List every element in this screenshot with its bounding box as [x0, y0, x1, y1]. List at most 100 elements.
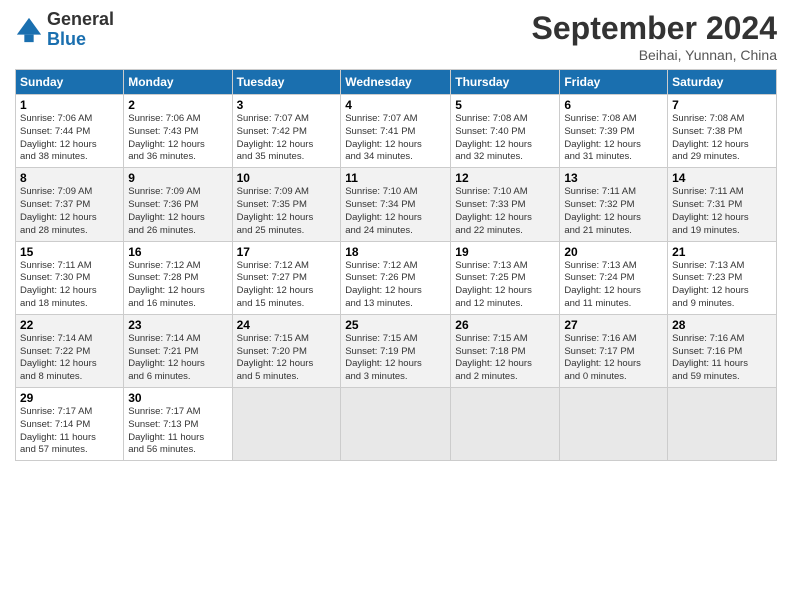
table-row: 2Sunrise: 7:06 AM Sunset: 7:43 PM Daylig…: [124, 95, 232, 168]
logo-line1: General: [47, 10, 114, 30]
day-info: Sunrise: 7:08 AM Sunset: 7:40 PM Dayligh…: [455, 113, 555, 164]
table-row: [341, 388, 451, 461]
day-number: 20: [564, 245, 663, 259]
day-number: 29: [20, 391, 119, 405]
day-number: 27: [564, 318, 663, 332]
day-number: 4: [345, 98, 446, 112]
day-info: Sunrise: 7:13 AM Sunset: 7:25 PM Dayligh…: [455, 260, 555, 311]
day-info: Sunrise: 7:11 AM Sunset: 7:32 PM Dayligh…: [564, 186, 663, 237]
table-row: 4Sunrise: 7:07 AM Sunset: 7:41 PM Daylig…: [341, 95, 451, 168]
table-row: 1Sunrise: 7:06 AM Sunset: 7:44 PM Daylig…: [16, 95, 124, 168]
day-info: Sunrise: 7:15 AM Sunset: 7:19 PM Dayligh…: [345, 333, 446, 384]
calendar-row: 1Sunrise: 7:06 AM Sunset: 7:44 PM Daylig…: [16, 95, 777, 168]
table-row: 3Sunrise: 7:07 AM Sunset: 7:42 PM Daylig…: [232, 95, 341, 168]
day-info: Sunrise: 7:14 AM Sunset: 7:22 PM Dayligh…: [20, 333, 119, 384]
day-number: 12: [455, 171, 555, 185]
day-number: 28: [672, 318, 772, 332]
calendar-row: 8Sunrise: 7:09 AM Sunset: 7:37 PM Daylig…: [16, 168, 777, 241]
day-info: Sunrise: 7:17 AM Sunset: 7:14 PM Dayligh…: [20, 406, 119, 457]
day-number: 21: [672, 245, 772, 259]
calendar-row: 29Sunrise: 7:17 AM Sunset: 7:14 PM Dayli…: [16, 388, 777, 461]
header: General Blue September 2024 Beihai, Yunn…: [15, 10, 777, 63]
day-info: Sunrise: 7:09 AM Sunset: 7:36 PM Dayligh…: [128, 186, 227, 237]
table-row: 13Sunrise: 7:11 AM Sunset: 7:32 PM Dayli…: [560, 168, 668, 241]
day-number: 17: [237, 245, 337, 259]
day-number: 11: [345, 171, 446, 185]
day-info: Sunrise: 7:10 AM Sunset: 7:34 PM Dayligh…: [345, 186, 446, 237]
col-tue: Tuesday: [232, 70, 341, 95]
table-row: 22Sunrise: 7:14 AM Sunset: 7:22 PM Dayli…: [16, 314, 124, 387]
logo-text: General Blue: [47, 10, 114, 50]
table-row: 26Sunrise: 7:15 AM Sunset: 7:18 PM Dayli…: [451, 314, 560, 387]
day-number: 22: [20, 318, 119, 332]
table-row: 30Sunrise: 7:17 AM Sunset: 7:13 PM Dayli…: [124, 388, 232, 461]
day-info: Sunrise: 7:13 AM Sunset: 7:23 PM Dayligh…: [672, 260, 772, 311]
day-number: 14: [672, 171, 772, 185]
table-row: [451, 388, 560, 461]
table-row: 27Sunrise: 7:16 AM Sunset: 7:17 PM Dayli…: [560, 314, 668, 387]
day-info: Sunrise: 7:06 AM Sunset: 7:44 PM Dayligh…: [20, 113, 119, 164]
day-info: Sunrise: 7:06 AM Sunset: 7:43 PM Dayligh…: [128, 113, 227, 164]
header-row: Sunday Monday Tuesday Wednesday Thursday…: [16, 70, 777, 95]
day-number: 16: [128, 245, 227, 259]
day-info: Sunrise: 7:08 AM Sunset: 7:38 PM Dayligh…: [672, 113, 772, 164]
page-container: General Blue September 2024 Beihai, Yunn…: [0, 0, 792, 471]
calendar-body: 1Sunrise: 7:06 AM Sunset: 7:44 PM Daylig…: [16, 95, 777, 461]
col-fri: Friday: [560, 70, 668, 95]
day-info: Sunrise: 7:15 AM Sunset: 7:18 PM Dayligh…: [455, 333, 555, 384]
calendar-table: Sunday Monday Tuesday Wednesday Thursday…: [15, 69, 777, 461]
table-row: 12Sunrise: 7:10 AM Sunset: 7:33 PM Dayli…: [451, 168, 560, 241]
table-row: 24Sunrise: 7:15 AM Sunset: 7:20 PM Dayli…: [232, 314, 341, 387]
day-number: 3: [237, 98, 337, 112]
table-row: 29Sunrise: 7:17 AM Sunset: 7:14 PM Dayli…: [16, 388, 124, 461]
day-info: Sunrise: 7:09 AM Sunset: 7:37 PM Dayligh…: [20, 186, 119, 237]
day-number: 6: [564, 98, 663, 112]
day-number: 30: [128, 391, 227, 405]
table-row: 5Sunrise: 7:08 AM Sunset: 7:40 PM Daylig…: [451, 95, 560, 168]
day-number: 19: [455, 245, 555, 259]
day-info: Sunrise: 7:14 AM Sunset: 7:21 PM Dayligh…: [128, 333, 227, 384]
table-row: [668, 388, 777, 461]
col-thu: Thursday: [451, 70, 560, 95]
table-row: 14Sunrise: 7:11 AM Sunset: 7:31 PM Dayli…: [668, 168, 777, 241]
table-row: 19Sunrise: 7:13 AM Sunset: 7:25 PM Dayli…: [451, 241, 560, 314]
col-mon: Monday: [124, 70, 232, 95]
day-info: Sunrise: 7:11 AM Sunset: 7:30 PM Dayligh…: [20, 260, 119, 311]
logo: General Blue: [15, 10, 114, 50]
table-row: 18Sunrise: 7:12 AM Sunset: 7:26 PM Dayli…: [341, 241, 451, 314]
day-info: Sunrise: 7:15 AM Sunset: 7:20 PM Dayligh…: [237, 333, 337, 384]
logo-icon: [15, 16, 43, 44]
day-info: Sunrise: 7:12 AM Sunset: 7:26 PM Dayligh…: [345, 260, 446, 311]
table-row: 11Sunrise: 7:10 AM Sunset: 7:34 PM Dayli…: [341, 168, 451, 241]
table-row: 16Sunrise: 7:12 AM Sunset: 7:28 PM Dayli…: [124, 241, 232, 314]
table-row: 21Sunrise: 7:13 AM Sunset: 7:23 PM Dayli…: [668, 241, 777, 314]
day-number: 10: [237, 171, 337, 185]
day-number: 1: [20, 98, 119, 112]
table-row: 15Sunrise: 7:11 AM Sunset: 7:30 PM Dayli…: [16, 241, 124, 314]
table-row: 25Sunrise: 7:15 AM Sunset: 7:19 PM Dayli…: [341, 314, 451, 387]
location-subtitle: Beihai, Yunnan, China: [532, 47, 777, 63]
month-title: September 2024: [532, 10, 777, 47]
table-row: 17Sunrise: 7:12 AM Sunset: 7:27 PM Dayli…: [232, 241, 341, 314]
table-row: 23Sunrise: 7:14 AM Sunset: 7:21 PM Dayli…: [124, 314, 232, 387]
day-info: Sunrise: 7:16 AM Sunset: 7:17 PM Dayligh…: [564, 333, 663, 384]
day-number: 25: [345, 318, 446, 332]
col-wed: Wednesday: [341, 70, 451, 95]
day-info: Sunrise: 7:16 AM Sunset: 7:16 PM Dayligh…: [672, 333, 772, 384]
day-number: 8: [20, 171, 119, 185]
title-area: September 2024 Beihai, Yunnan, China: [532, 10, 777, 63]
day-info: Sunrise: 7:09 AM Sunset: 7:35 PM Dayligh…: [237, 186, 337, 237]
table-row: 28Sunrise: 7:16 AM Sunset: 7:16 PM Dayli…: [668, 314, 777, 387]
day-number: 24: [237, 318, 337, 332]
table-row: [232, 388, 341, 461]
logo-line2: Blue: [47, 30, 114, 50]
col-sat: Saturday: [668, 70, 777, 95]
day-number: 13: [564, 171, 663, 185]
table-row: 7Sunrise: 7:08 AM Sunset: 7:38 PM Daylig…: [668, 95, 777, 168]
table-row: [560, 388, 668, 461]
day-info: Sunrise: 7:07 AM Sunset: 7:41 PM Dayligh…: [345, 113, 446, 164]
table-row: 8Sunrise: 7:09 AM Sunset: 7:37 PM Daylig…: [16, 168, 124, 241]
day-info: Sunrise: 7:12 AM Sunset: 7:28 PM Dayligh…: [128, 260, 227, 311]
calendar-row: 15Sunrise: 7:11 AM Sunset: 7:30 PM Dayli…: [16, 241, 777, 314]
day-info: Sunrise: 7:11 AM Sunset: 7:31 PM Dayligh…: [672, 186, 772, 237]
